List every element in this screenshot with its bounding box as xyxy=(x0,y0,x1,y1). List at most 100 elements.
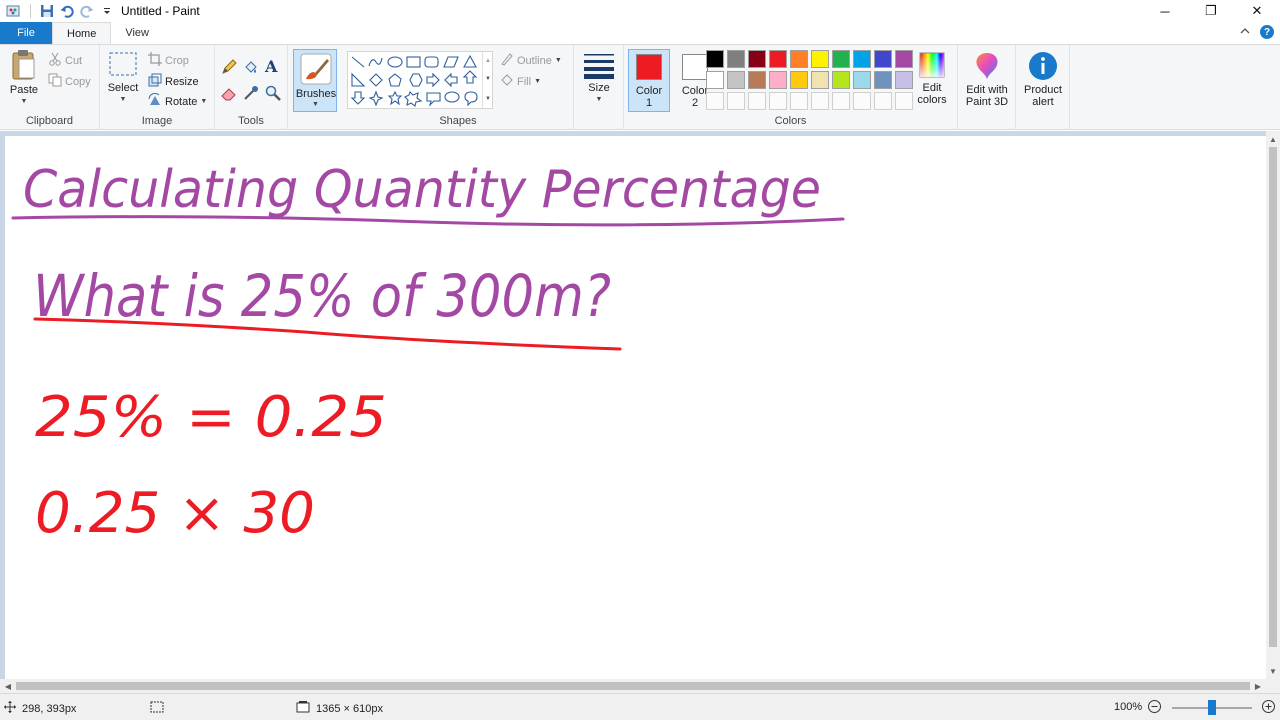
horizontal-scroll-thumb[interactable] xyxy=(16,682,1250,690)
maximize-button[interactable]: ❐ xyxy=(1188,0,1234,22)
fill-button[interactable]: Fill ▼ xyxy=(500,73,541,90)
drawing-canvas[interactable]: Calculating Quantity Percentage What is … xyxy=(5,136,1266,679)
palette-swatch[interactable] xyxy=(727,71,745,89)
brush-icon xyxy=(300,53,332,88)
edit-with-paint3d-button[interactable]: Edit with Paint 3D xyxy=(960,51,1014,108)
palette-swatch[interactable] xyxy=(874,50,892,68)
minimize-button[interactable]: ─ xyxy=(1142,0,1188,22)
zoom-slider-thumb[interactable] xyxy=(1208,700,1216,715)
zoom-level-text: 100% xyxy=(1114,701,1143,713)
select-dropdown-caret[interactable]: ▼ xyxy=(120,94,127,106)
palette-custom-slot[interactable] xyxy=(895,92,913,110)
horizontal-scrollbar[interactable]: ◀ ▶ xyxy=(0,679,1266,693)
crop-button[interactable]: Crop xyxy=(148,52,189,69)
cursor-position-text: 298, 393px xyxy=(22,702,77,715)
brushes-button[interactable]: Brushes ▼ xyxy=(293,49,337,112)
palette-swatch[interactable] xyxy=(727,50,745,68)
palette-custom-slot[interactable] xyxy=(748,92,766,110)
palette-custom-slot[interactable] xyxy=(832,92,850,110)
edit-colors-icon xyxy=(918,51,946,82)
rotate-dropdown-caret[interactable]: ▼ xyxy=(200,98,207,105)
scroll-up-icon[interactable]: ▲ xyxy=(1266,132,1280,146)
tab-home[interactable]: Home xyxy=(52,22,112,44)
palette-swatch[interactable] xyxy=(706,71,724,89)
scroll-left-icon[interactable]: ◀ xyxy=(1,679,15,693)
palette-custom-slot[interactable] xyxy=(853,92,871,110)
product-alert-button[interactable]: Product alert xyxy=(1018,51,1068,108)
color2-number: 2 xyxy=(691,97,699,109)
text-tool-icon[interactable]: A xyxy=(265,57,277,76)
copy-label: Copy xyxy=(65,75,91,88)
palette-swatch[interactable] xyxy=(811,71,829,89)
palette-swatch[interactable] xyxy=(748,71,766,89)
save-icon[interactable] xyxy=(39,3,55,19)
cut-button[interactable]: Cut xyxy=(48,52,82,69)
select-button[interactable]: Select ▼ xyxy=(106,51,140,106)
eraser-icon[interactable] xyxy=(221,85,237,104)
clipboard-group: Paste ▼ Cut Copy Clipboard xyxy=(0,45,100,130)
size-button[interactable]: Size ▼ xyxy=(580,51,618,106)
paste-button[interactable]: Paste ▼ xyxy=(6,49,42,108)
canvas-step2-text: 0.25 × 30 xyxy=(35,481,315,546)
scroll-down-icon[interactable]: ▼ xyxy=(1266,664,1280,678)
brushes-dropdown-caret[interactable]: ▼ xyxy=(312,101,319,108)
palette-swatch[interactable] xyxy=(769,50,787,68)
palette-swatch[interactable] xyxy=(895,50,913,68)
undo-icon[interactable] xyxy=(59,3,75,19)
palette-swatch[interactable] xyxy=(790,71,808,89)
outline-dropdown-caret: ▼ xyxy=(554,57,562,64)
palette-swatch[interactable] xyxy=(790,50,808,68)
customize-qat-icon[interactable] xyxy=(99,3,115,19)
scroll-right-icon[interactable]: ▶ xyxy=(1251,679,1265,693)
palette-swatch[interactable] xyxy=(874,71,892,89)
palette-swatch[interactable] xyxy=(832,50,850,68)
close-button[interactable]: ✕ xyxy=(1234,0,1280,22)
redo-icon[interactable] xyxy=(79,3,95,19)
palette-swatch[interactable] xyxy=(853,71,871,89)
edit-colors-button[interactable]: Edit colors xyxy=(914,51,950,106)
color-picker-icon[interactable] xyxy=(243,85,259,104)
rotate-label: Rotate xyxy=(165,95,198,108)
palette-custom-slot[interactable] xyxy=(769,92,787,110)
help-icon[interactable]: ? xyxy=(1260,25,1274,39)
status-bar: 298, 393px 1365 × 610px 100% xyxy=(0,693,1280,720)
paint3d-label: Edit with xyxy=(966,84,1008,96)
palette-custom-slot[interactable] xyxy=(790,92,808,110)
palette-swatch[interactable] xyxy=(769,71,787,89)
palette-custom-slot[interactable] xyxy=(811,92,829,110)
palette-custom-slot[interactable] xyxy=(706,92,724,110)
palette-swatch[interactable] xyxy=(853,50,871,68)
pencil-icon[interactable] xyxy=(221,59,237,78)
zoom-in-icon[interactable] xyxy=(1262,700,1275,716)
line-thickness-icon xyxy=(583,51,615,82)
magnifier-icon[interactable] xyxy=(265,85,281,104)
color1-button[interactable]: Color 1 xyxy=(628,49,670,112)
copy-button[interactable]: Copy xyxy=(48,73,91,90)
tools-group: A Tools xyxy=(215,45,288,130)
fill-bucket-icon[interactable] xyxy=(243,59,259,78)
paint-app-icon[interactable] xyxy=(6,3,22,19)
color1-label: Color xyxy=(635,85,663,97)
palette-custom-slot[interactable] xyxy=(727,92,745,110)
tab-file[interactable]: File xyxy=(0,22,52,44)
paint3d-group: Edit with Paint 3D xyxy=(958,45,1016,130)
palette-swatch[interactable] xyxy=(832,71,850,89)
zoom-out-icon[interactable] xyxy=(1148,700,1161,716)
palette-custom-slot[interactable] xyxy=(874,92,892,110)
paste-dropdown-caret[interactable]: ▼ xyxy=(21,96,28,108)
quick-access-toolbar xyxy=(0,3,115,19)
tab-view[interactable]: View xyxy=(111,22,163,44)
shapes-gallery-scroll[interactable]: ▲ ▼ ▼ xyxy=(482,52,493,108)
rotate-button[interactable]: Rotate ▼ xyxy=(148,92,207,110)
color2-swatch xyxy=(682,54,708,80)
vertical-scroll-thumb[interactable] xyxy=(1269,147,1277,647)
collapse-ribbon-icon[interactable] xyxy=(1240,26,1250,38)
palette-swatch[interactable] xyxy=(895,71,913,89)
palette-swatch[interactable] xyxy=(811,50,829,68)
palette-swatch[interactable] xyxy=(748,50,766,68)
zoom-level: 100% xyxy=(1114,701,1142,713)
outline-button[interactable]: Outline ▼ xyxy=(500,52,562,69)
vertical-scrollbar[interactable]: ▲ ▼ xyxy=(1266,131,1280,679)
resize-button[interactable]: Resize xyxy=(148,73,199,90)
palette-swatch[interactable] xyxy=(706,50,724,68)
